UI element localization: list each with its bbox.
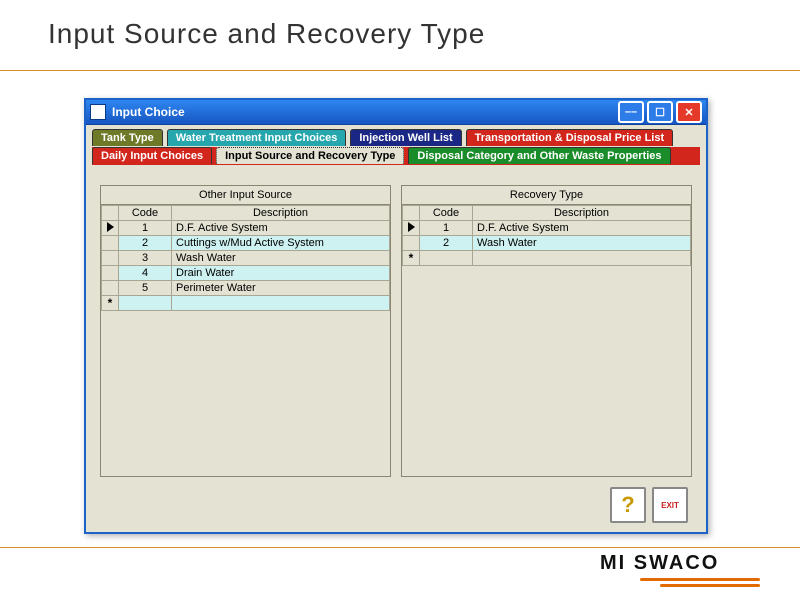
cell-desc[interactable]: Drain Water <box>172 266 390 281</box>
content-area: Other Input Source Code Description 1 D.… <box>100 185 692 477</box>
cell-code[interactable] <box>119 296 172 311</box>
exit-button[interactable]: EXIT <box>652 487 688 523</box>
cell-desc[interactable]: Perimeter Water <box>172 281 390 296</box>
table-row[interactable]: 3 Wash Water <box>102 251 390 266</box>
close-button[interactable]: ✕ <box>676 101 702 123</box>
recovery-type-panel: Recovery Type Code Description 1 D.F. Ac… <box>401 185 692 477</box>
cell-desc[interactable]: D.F. Active System <box>172 221 390 236</box>
titlebar[interactable]: Input Choice –– ☐ ✕ <box>86 100 706 125</box>
recovery-type-grid[interactable]: Code Description 1 D.F. Active System 2 … <box>402 205 691 266</box>
slide-title: Input Source and Recovery Type <box>48 18 485 50</box>
col-code[interactable]: Code <box>119 206 172 221</box>
help-icon: ? <box>621 492 634 518</box>
col-code[interactable]: Code <box>420 206 473 221</box>
tab-input-source-recovery[interactable]: Input Source and Recovery Type <box>216 147 404 164</box>
right-panel-title: Recovery Type <box>402 186 691 205</box>
table-row[interactable]: 2 Cuttings w/Mud Active System <box>102 236 390 251</box>
divider-top <box>0 70 800 71</box>
swoosh-icon <box>660 584 760 587</box>
cell-desc[interactable]: Wash Water <box>172 251 390 266</box>
new-row-indicator: * <box>102 296 119 311</box>
divider-bottom <box>0 547 800 548</box>
cell-code[interactable]: 2 <box>119 236 172 251</box>
col-description[interactable]: Description <box>473 206 691 221</box>
tab-water-treatment[interactable]: Water Treatment Input Choices <box>167 129 347 146</box>
cell-code[interactable]: 4 <box>119 266 172 281</box>
cell-code[interactable]: 1 <box>420 221 473 236</box>
minimize-button[interactable]: –– <box>618 101 644 123</box>
brand-logo: MI SWACO <box>600 552 770 592</box>
tab-transport-disposal[interactable]: Transportation & Disposal Price List <box>466 129 674 146</box>
new-row[interactable]: * <box>403 251 691 266</box>
col-description[interactable]: Description <box>172 206 390 221</box>
cell-desc[interactable] <box>473 251 691 266</box>
maximize-button[interactable]: ☐ <box>647 101 673 123</box>
tab-bar: Tank Type Water Treatment Input Choices … <box>86 129 706 169</box>
new-row-indicator: * <box>403 251 420 266</box>
cell-desc[interactable]: D.F. Active System <box>473 221 691 236</box>
row-selector-header <box>102 206 119 221</box>
cell-code[interactable] <box>420 251 473 266</box>
tab-tank-type[interactable]: Tank Type <box>92 129 163 146</box>
other-input-source-grid[interactable]: Code Description 1 D.F. Active System 2 … <box>101 205 390 311</box>
row-selector-header <box>403 206 420 221</box>
app-window: Input Choice –– ☐ ✕ Tank Type Water Trea… <box>84 98 708 534</box>
cell-code[interactable]: 5 <box>119 281 172 296</box>
window-title: Input Choice <box>112 105 185 119</box>
table-row[interactable]: 5 Perimeter Water <box>102 281 390 296</box>
exit-label: EXIT <box>661 501 679 510</box>
table-row[interactable]: 1 D.F. Active System <box>403 221 691 236</box>
current-row-indicator <box>403 221 420 236</box>
left-panel-title: Other Input Source <box>101 186 390 205</box>
tab-daily-input[interactable]: Daily Input Choices <box>92 147 212 164</box>
current-row-indicator <box>102 221 119 236</box>
swoosh-icon <box>640 578 760 581</box>
cell-desc[interactable]: Cuttings w/Mud Active System <box>172 236 390 251</box>
cell-desc[interactable]: Wash Water <box>473 236 691 251</box>
tab-injection-well[interactable]: Injection Well List <box>350 129 461 146</box>
cell-desc[interactable] <box>172 296 390 311</box>
cell-code[interactable]: 2 <box>420 236 473 251</box>
table-row[interactable]: 1 D.F. Active System <box>102 221 390 236</box>
table-row[interactable]: 2 Wash Water <box>403 236 691 251</box>
brand-text: MI SWACO <box>600 552 719 574</box>
cell-code[interactable]: 1 <box>119 221 172 236</box>
help-button[interactable]: ? <box>610 487 646 523</box>
other-input-source-panel: Other Input Source Code Description 1 D.… <box>100 185 391 477</box>
cell-code[interactable]: 3 <box>119 251 172 266</box>
table-row[interactable]: 4 Drain Water <box>102 266 390 281</box>
new-row[interactable]: * <box>102 296 390 311</box>
app-icon <box>90 104 106 120</box>
tab-disposal-category[interactable]: Disposal Category and Other Waste Proper… <box>408 147 670 164</box>
